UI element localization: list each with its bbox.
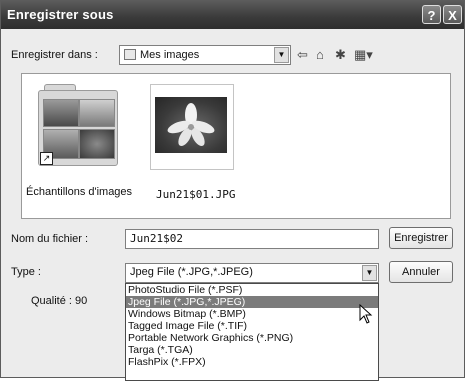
sample-thumbnail-1 (43, 99, 79, 127)
sample-thumbnail-2 (79, 99, 115, 127)
dialog-title: Enregistrer sous (7, 7, 114, 22)
file-type-option[interactable]: Windows Bitmap (*.BMP) (126, 308, 378, 320)
back-arrow-icon[interactable]: ⇦ (297, 47, 308, 63)
type-label: Type : (11, 266, 41, 278)
help-button[interactable]: ? (422, 5, 441, 24)
filename-label: Nom du fichier : (11, 233, 89, 245)
image-name[interactable]: Jun21$01.JPG (156, 188, 235, 201)
file-type-option-selected[interactable]: Jpeg File (*.JPG,*.JPEG) (126, 296, 378, 308)
cancel-button[interactable]: Annuler (389, 261, 453, 283)
save-as-dialog: Enregistrer sous ? X Enregistrer dans : … (0, 0, 465, 381)
mouse-cursor-icon (359, 304, 373, 324)
save-in-combo[interactable]: Mes images ▼ (119, 45, 291, 65)
chevron-down-icon[interactable]: ▼ (362, 265, 377, 281)
chevron-down-icon[interactable]: ▼ (274, 47, 289, 63)
save-in-label: Enregistrer dans : (11, 49, 98, 61)
file-type-value: Jpeg File (*.JPG,*.JPEG) (130, 266, 253, 278)
filename-value: Jun21$02 (130, 232, 183, 245)
quality-label: Qualité : 90 (31, 295, 88, 307)
save-button[interactable]: Enregistrer (389, 227, 453, 249)
picture-folder-icon (124, 49, 136, 60)
file-type-option[interactable]: Targa (*.TGA) (126, 344, 378, 356)
close-button[interactable]: X (443, 5, 462, 24)
view-menu-icon[interactable]: ▦▾ (354, 47, 373, 63)
file-type-option[interactable]: Tagged Image File (*.TIF) (126, 320, 378, 332)
shortcut-arrow-icon: ↗ (40, 152, 53, 165)
title-bar[interactable]: Enregistrer sous ? X (1, 1, 464, 29)
filename-input[interactable]: Jun21$02 (125, 229, 379, 249)
file-type-option[interactable]: Portable Network Graphics (*.PNG) (126, 332, 378, 344)
file-list[interactable]: ↗ Échantillons d'images Jun21$01.JPG (21, 73, 451, 219)
file-type-option[interactable]: FlashPix (*.FPX) (126, 356, 378, 368)
folder-name[interactable]: Échantillons d'images (26, 186, 132, 198)
save-in-value: Mes images (140, 49, 200, 61)
sample-thumbnail-4 (79, 129, 115, 159)
flower-icon (167, 103, 215, 147)
flower-photo (155, 97, 227, 153)
file-type-combo[interactable]: Jpeg File (*.JPG,*.JPEG) ▼ (125, 263, 379, 283)
new-folder-icon[interactable]: ✱ (335, 47, 346, 63)
file-type-option[interactable]: PhotoStudio File (*.PSF) (126, 284, 378, 296)
image-thumbnail[interactable] (150, 84, 234, 170)
folder-item[interactable]: ↗ (38, 84, 118, 166)
file-type-dropdown-list[interactable]: PhotoStudio File (*.PSF) Jpeg File (*.JP… (125, 283, 379, 381)
up-folder-icon[interactable]: ⌂ (316, 47, 324, 62)
